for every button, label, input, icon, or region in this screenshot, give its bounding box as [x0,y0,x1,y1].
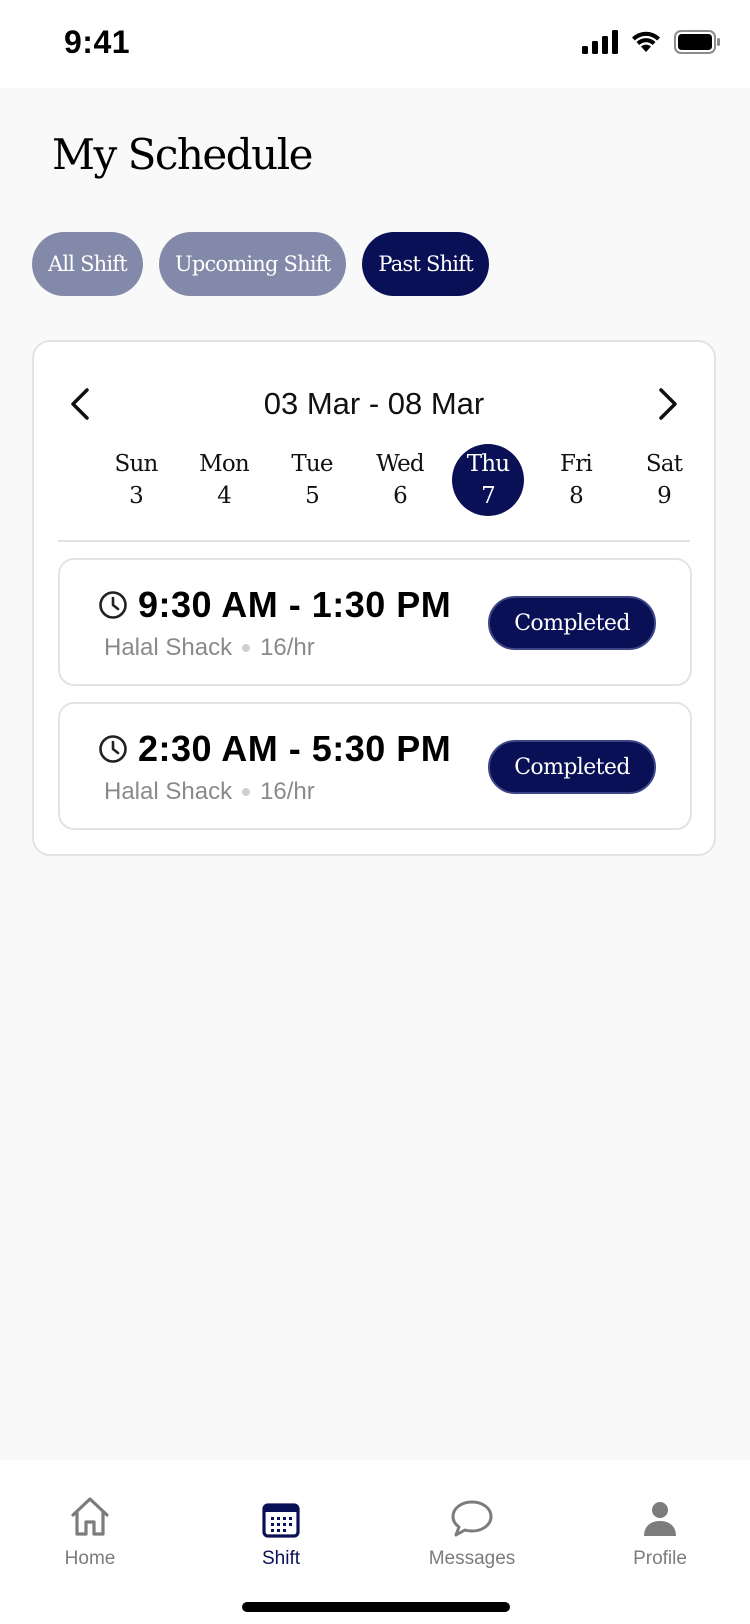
wifi-icon [632,31,660,52]
cellular-signal-icon [582,30,618,54]
shift-time: 2:30 AM - 5:30 PM [138,728,452,769]
shift-card[interactable]: 9:30 AM - 1:30 PM Halal Shack 16/hr Comp… [58,558,692,686]
shift-rate: 16/hr [260,634,315,661]
day-date: 7 [481,483,496,509]
clock-icon [99,591,127,619]
day-selector: Sun 3 Mon 4 Tue 5 Wed 6 Thu 7 Fri 8 Sat 9 [92,444,708,516]
shift-meta: Halal Shack 16/hr [104,634,315,662]
shift-time-row: 2:30 AM - 5:30 PM [98,728,451,770]
day-date: 8 [569,483,584,509]
next-week-button[interactable] [646,380,690,428]
day-date: 9 [657,483,672,509]
day-name: Thu [466,451,510,477]
day-sat[interactable]: Sat 9 [620,444,708,516]
day-date: 5 [305,483,320,509]
status-time: 9:41 [64,24,131,60]
home-icon [71,1497,109,1536]
day-name: Sat [645,451,683,477]
tab-label: Shift [261,1548,301,1569]
shift-time: 9:30 AM - 1:30 PM [138,584,452,625]
day-mon[interactable]: Mon 4 [180,444,268,516]
week-navigator: 03 Mar - 08 Mar [34,370,714,440]
chat-bubble-icon [451,1500,493,1537]
filter-chip-upcoming-shift[interactable]: Upcoming Shift [158,232,347,296]
filter-chip-past-shift[interactable]: Past Shift [362,232,489,296]
shift-filter-chips: All Shift Upcoming Shift Past Shift [32,232,489,296]
day-name: Sun [114,451,159,477]
calendar-icon [262,1503,300,1538]
tab-home[interactable]: Home [10,1482,170,1570]
shift-time-row: 9:30 AM - 1:30 PM [98,584,451,626]
battery-icon [674,30,720,54]
day-date: 6 [393,483,408,509]
tab-label: Messages [428,1548,516,1569]
day-wed[interactable]: Wed 6 [356,444,444,516]
status-bar: 9:41 [0,0,750,88]
day-thu-selected[interactable]: Thu 7 [452,444,524,516]
person-icon [644,1502,676,1536]
day-name: Wed [376,451,424,477]
day-tue[interactable]: Tue 5 [268,444,356,516]
day-date: 4 [217,483,232,509]
separator-dot [242,644,251,652]
status-icons [582,30,720,54]
divider [58,540,690,542]
home-indicator [242,1602,510,1612]
shift-location: Halal Shack [104,634,233,661]
day-name: Mon [199,451,250,477]
chevron-right-icon [659,388,677,420]
shift-location: Halal Shack [104,778,233,805]
day-name: Tue [291,451,333,477]
tab-label: Profile [633,1548,687,1569]
day-sun[interactable]: Sun 3 [92,444,180,516]
bottom-tab-bar: Home Shift Messages Profile [0,1460,750,1624]
tab-shift[interactable]: Shift [201,1482,361,1570]
schedule-card: 03 Mar - 08 Mar Sun 3 Mon 4 Tue 5 Wed 6 Thu 7… [32,340,716,856]
day-fri[interactable]: Fri 8 [532,444,620,516]
tab-profile[interactable]: Profile [580,1482,740,1570]
shift-meta: Halal Shack 16/hr [104,778,315,806]
status-badge: Completed [488,596,656,650]
clock-icon [99,735,127,763]
shift-rate: 16/hr [260,778,315,805]
day-name: Fri [560,451,593,477]
week-range-label: 03 Mar - 08 Mar [263,386,485,421]
page-title: My Schedule [52,130,314,179]
shift-card[interactable]: 2:30 AM - 5:30 PM Halal Shack 16/hr Comp… [58,702,692,830]
tab-label: Home [64,1548,116,1569]
separator-dot [242,788,251,796]
status-badge: Completed [488,740,656,794]
filter-chip-all-shift[interactable]: All Shift [32,232,143,296]
day-date: 3 [129,483,144,509]
tab-messages[interactable]: Messages [392,1482,552,1570]
